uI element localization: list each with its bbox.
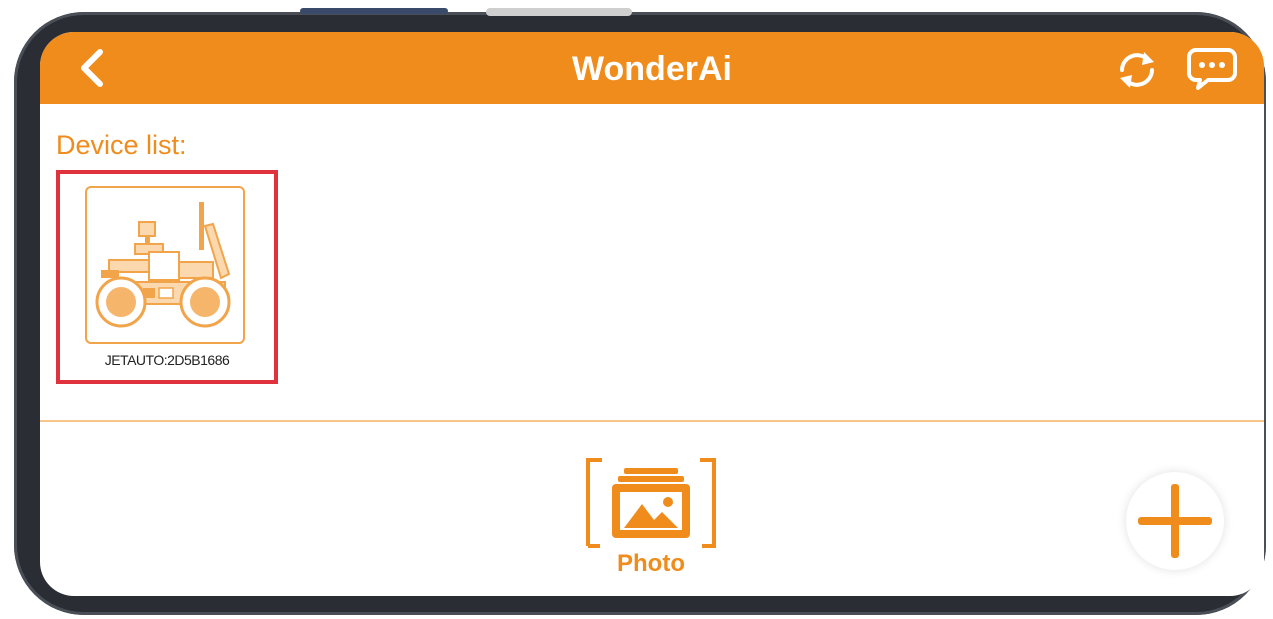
app-title: WonderAi [572, 50, 732, 88]
plus-icon [1138, 484, 1212, 558]
app-screen: WonderAi Device list: JETAUTO:2D5B1686 P… [40, 32, 1264, 596]
photo-gallery-icon [586, 458, 716, 548]
device-image [85, 186, 245, 344]
section-divider [40, 420, 1264, 422]
chat-button[interactable] [1186, 46, 1238, 92]
add-device-button[interactable] [1126, 472, 1224, 570]
phone-top-edge [486, 8, 632, 16]
phone-side-button [300, 8, 448, 14]
device-card[interactable]: JETAUTO:2D5B1686 [56, 170, 278, 384]
device-name: JETAUTO:2D5B1686 [104, 352, 230, 368]
photo-button[interactable]: Photo [584, 458, 718, 586]
app-header: WonderAi [40, 32, 1264, 104]
chat-bubble-icon [1187, 48, 1237, 90]
refresh-icon [1120, 52, 1154, 88]
device-list-label: Device list: [56, 130, 187, 160]
refresh-button[interactable] [1114, 48, 1160, 92]
photo-label: Photo [617, 550, 685, 577]
robot-vehicle-icon [95, 202, 231, 328]
